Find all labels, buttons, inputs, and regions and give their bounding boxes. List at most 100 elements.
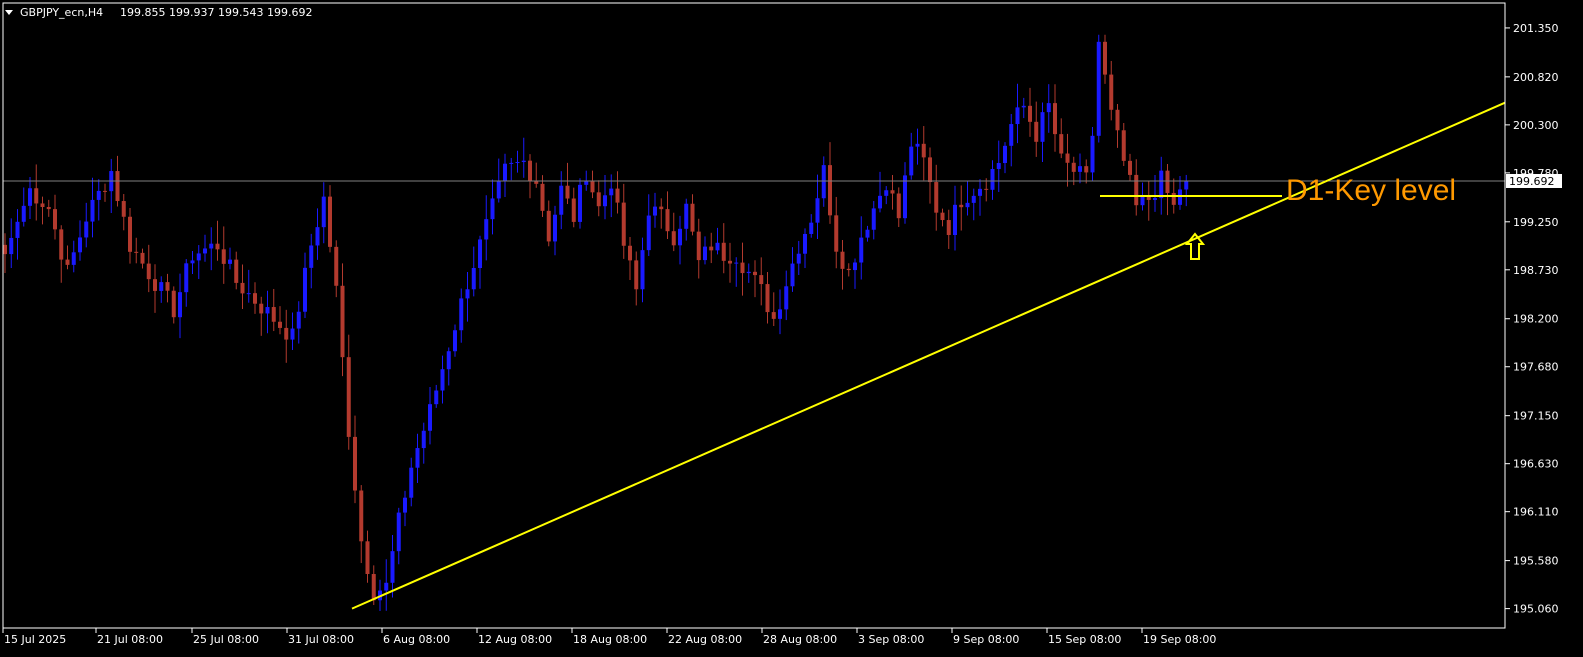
price-axis[interactable]: 201.350200.820200.300199.780199.250198.7… [1505,22,1559,616]
candle-body [721,242,726,261]
candle-body [134,251,139,253]
candle [446,347,451,386]
candle-body [1103,41,1107,75]
candle-body [434,390,439,405]
candle [184,259,189,307]
candle [590,170,595,199]
candle [671,212,676,252]
candle-body [828,165,832,216]
candle-body [790,263,795,287]
candle-body [609,188,614,196]
candle-body [365,541,370,575]
candle [34,164,39,221]
candle [396,507,401,565]
candle-body [421,430,426,449]
candle-body [115,171,120,202]
candle-body [1159,170,1164,199]
price-tick-label: 201.350 [1513,22,1559,35]
candle [1040,102,1045,162]
candle [1059,118,1064,159]
candle [746,263,751,283]
price-chart[interactable]: GBPJPY_ecn,H4 199.855 199.937 199.543 19… [0,0,1583,657]
candle [734,257,739,287]
candle [521,137,526,178]
candle [1121,123,1126,166]
candle [1090,127,1095,182]
candle-body [696,231,701,261]
candle-body [528,160,532,181]
candle [1046,84,1051,133]
candle-body [290,328,295,340]
candle [784,270,789,321]
candle-body [203,248,207,254]
candle [1015,83,1020,144]
candle [140,248,145,269]
candle-body [821,165,826,199]
candle-body [565,185,570,199]
candle-body [1121,130,1126,161]
candle [40,196,45,225]
candle-body [284,327,289,340]
candle [246,269,251,303]
candle [459,288,464,343]
candle [178,273,182,339]
candle-body [46,206,51,210]
candle-body [615,188,620,203]
candle [603,175,607,220]
candle [346,334,351,450]
candle [940,208,945,227]
candle-body [1084,166,1089,173]
symbol-label: GBPJPY_ecn,H4 [20,6,103,19]
candle [153,264,157,313]
candle [271,288,276,332]
candle [1134,159,1139,216]
candle-body [1046,103,1051,113]
candle [284,309,289,363]
candle [1021,97,1026,119]
candle [440,355,445,404]
candle [1053,84,1057,152]
candle [965,181,970,216]
candle-body [659,206,664,210]
candle [240,264,245,310]
candle [121,194,126,231]
candle [840,239,845,290]
candle-body [871,208,876,230]
candle [721,223,726,274]
candle [465,271,470,322]
candle [384,559,389,611]
candle-body [359,490,364,542]
candle-body [540,183,545,211]
candle [953,185,957,251]
candle [321,182,326,244]
candle [1159,156,1164,215]
price-tick-label: 198.730 [1513,264,1559,277]
candle-body [959,204,964,208]
candle [359,485,364,564]
candle [409,457,414,507]
candle [546,200,551,247]
candle-body [15,221,20,238]
candle-body [896,193,901,219]
candle-body [340,285,345,358]
price-tick-label: 197.680 [1513,361,1559,374]
candle [146,244,151,293]
candle-body [1178,189,1182,205]
candle [403,490,407,527]
candle [753,260,757,298]
candle [46,199,51,217]
candle-body [996,163,1001,169]
candle-body [246,293,251,295]
price-tick-label: 195.580 [1513,555,1559,568]
candle-body [909,146,914,176]
candle [221,226,226,284]
candle [771,292,776,326]
candle-body [671,231,676,246]
time-axis[interactable]: 15 Jul 2025 21 Jul 08:00 25 Jul 08:00 31 Ju… [2,628,1216,646]
candle [478,235,482,289]
dropdown-triangle-icon[interactable] [5,10,13,15]
candle-body [784,286,789,310]
candle [534,162,539,188]
candle [628,236,632,280]
candle [1146,180,1151,221]
